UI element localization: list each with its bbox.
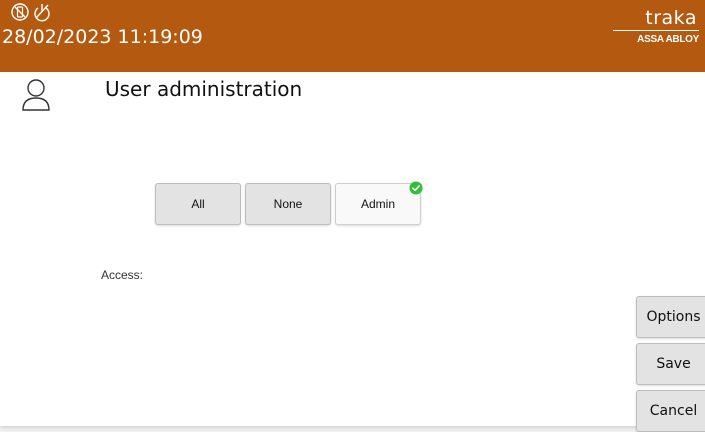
status-icons bbox=[10, 2, 52, 22]
check-icon bbox=[409, 181, 423, 195]
page-title: User administration bbox=[105, 77, 303, 101]
options-button[interactable]: Options bbox=[636, 296, 705, 338]
none-button-label: None bbox=[273, 197, 303, 211]
app-window: 28/02/2023 11:19:09 traka ASSA ABLOY Use… bbox=[0, 0, 705, 432]
logo-subtitle: ASSA ABLOY bbox=[637, 34, 699, 45]
none-button[interactable]: None bbox=[245, 183, 331, 225]
user-icon bbox=[21, 77, 51, 111]
admin-button[interactable]: Admin bbox=[335, 181, 423, 225]
save-button[interactable]: Save bbox=[636, 343, 705, 385]
no-power-icon bbox=[32, 2, 52, 22]
logo-rule bbox=[613, 30, 699, 31]
admin-button-label: Admin bbox=[360, 197, 395, 211]
save-button-label: Save bbox=[656, 356, 691, 372]
no-device-icon bbox=[10, 2, 30, 22]
all-button[interactable]: All bbox=[155, 183, 241, 225]
traka-logo: traka ASSA ABLOY bbox=[609, 8, 699, 45]
datetime-display: 28/02/2023 11:19:09 bbox=[2, 26, 203, 48]
header-bar: 28/02/2023 11:19:09 traka ASSA ABLOY bbox=[0, 0, 705, 72]
logo-word: traka bbox=[645, 7, 697, 29]
cancel-button-label: Cancel bbox=[649, 403, 698, 419]
all-button-label: All bbox=[191, 197, 205, 211]
options-button-label: Options bbox=[646, 309, 701, 325]
access-label: Access: bbox=[101, 268, 144, 282]
